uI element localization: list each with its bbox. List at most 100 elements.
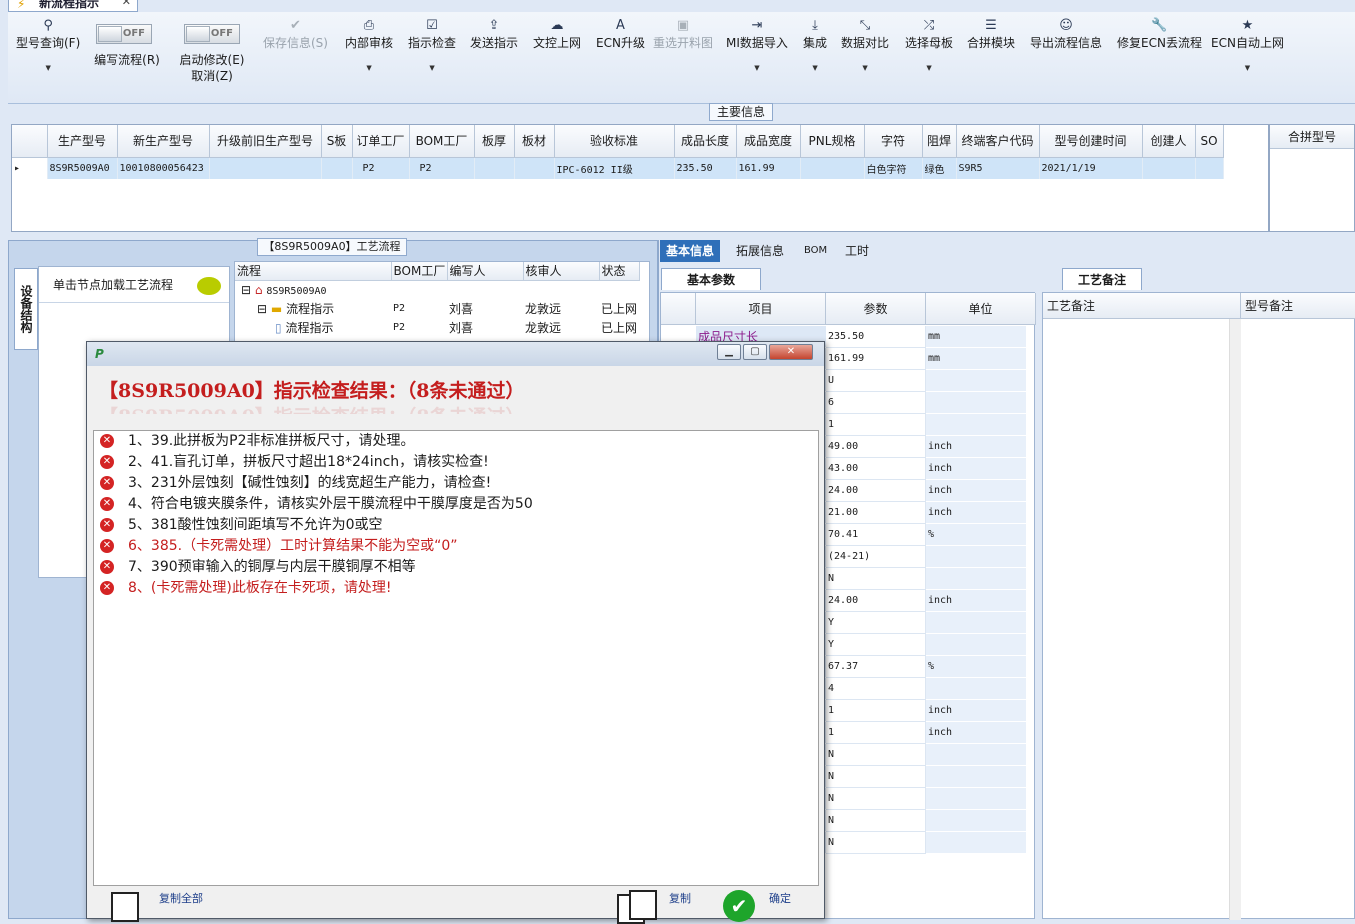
table-cell[interactable] [514, 157, 555, 179]
tab-extended-info[interactable]: 拓展信息 [730, 240, 790, 262]
ok-button[interactable]: 确定 [769, 890, 791, 906]
table-cell[interactable]: 8S9R5009A0 [47, 157, 118, 179]
internal-review-button[interactable]: ⎙ 内部审核 ▼ [345, 18, 393, 72]
main-info-grid[interactable]: 生产型号 新生产型号 升级前旧生产型号 S板 订单工厂 BOM工厂 板厚 板材 … [11, 124, 1269, 232]
param-value[interactable]: 1 [826, 414, 926, 436]
maximize-button[interactable]: ▢ [743, 344, 767, 360]
table-cell[interactable] [474, 157, 515, 179]
table-cell[interactable] [1195, 157, 1224, 179]
dropdown-arrow-icon[interactable]: ▼ [1211, 64, 1284, 72]
param-value[interactable]: N [826, 832, 926, 854]
column-header[interactable]: 单位 [926, 293, 1036, 325]
column-header[interactable]: 生产型号 [47, 125, 118, 158]
param-value[interactable]: 21.00 [826, 502, 926, 524]
column-header[interactable]: 板厚 [474, 125, 515, 158]
table-cell[interactable] [1142, 157, 1196, 179]
dropdown-arrow-icon[interactable]: ▼ [408, 64, 456, 72]
list-item[interactable]: ✕ 3、231外层蚀刻【碱性蚀刻】的线宽超生产能力，请检查! [94, 473, 818, 494]
dropdown-arrow-icon[interactable]: ▼ [841, 64, 889, 72]
collapse-icon[interactable]: ⊟ [257, 302, 267, 316]
ecn-upgrade-button[interactable]: A ECN升级 [596, 18, 645, 50]
select-mother-board-button[interactable]: ⤮ 选择母板 ▼ [905, 18, 953, 72]
param-value[interactable]: U [826, 370, 926, 392]
list-item[interactable]: ✕ 6、385.（卡死需处理）工时计算结果不能为空或“0” [94, 536, 818, 557]
list-item[interactable]: ✕ 2、41.盲孔订单，拼板尺寸超出18*24inch，请核实检查! [94, 452, 818, 473]
list-item[interactable]: ✕ 1、39.此拼板为P2非标准拼板尺寸，请处理。 [94, 431, 818, 452]
fix-ecn-flow-button[interactable]: 🔧 修复ECN丢流程 [1117, 18, 1202, 50]
param-value[interactable]: 49.00 [826, 436, 926, 458]
table-cell[interactable]: 161.99 [736, 157, 801, 179]
table-cell[interactable]: 绿色 [922, 157, 957, 179]
tech-notes-tab[interactable]: 工艺备注 [1062, 268, 1142, 290]
column-header[interactable]: 创建人 [1142, 125, 1196, 158]
document-tab[interactable]: ⚡ 新流程指示 ✕ [8, 0, 138, 12]
merge-module-button[interactable]: ☰ 合拼模块 [967, 18, 1015, 50]
table-cell[interactable]: IPC-6012 II级 [554, 157, 675, 179]
dropdown-arrow-icon[interactable]: ▼ [345, 64, 393, 72]
column-header[interactable]: S板 [321, 125, 353, 158]
export-flow-info-button[interactable]: ☺ 导出流程信息 [1030, 18, 1102, 50]
column-header[interactable]: PNL规格 [800, 125, 865, 158]
column-header[interactable]: 工艺备注 [1043, 293, 1241, 319]
param-value[interactable]: 43.00 [826, 458, 926, 480]
merged-models-panel[interactable]: 合拼型号 [1269, 124, 1355, 232]
instruction-check-button[interactable]: ☑ 指示检查 ▼ [408, 18, 456, 72]
dropdown-arrow-icon[interactable]: ▼ [803, 64, 827, 72]
param-value[interactable]: (24-21) [826, 546, 926, 568]
tree-node[interactable]: ▯ 流程指示 P2 刘喜 龙敦远 已上网 [235, 318, 639, 337]
table-cell[interactable]: 10010800056423 [117, 157, 210, 179]
column-header[interactable]: BOM工厂 [391, 262, 448, 281]
mi-data-import-button[interactable]: ⇥ MI数据导入 ▼ [726, 18, 788, 72]
param-value[interactable]: 161.99 [826, 348, 926, 370]
param-value[interactable]: 6 [826, 392, 926, 414]
basic-params-tab[interactable]: 基本参数 [661, 268, 761, 290]
column-header[interactable]: 板材 [514, 125, 555, 158]
copy-all-button[interactable]: 复制全部 [159, 890, 203, 906]
send-instruction-button[interactable]: ⇪ 发送指示 [470, 18, 518, 50]
doc-control-online-button[interactable]: ☁ 文控上网 [533, 18, 581, 50]
column-header[interactable]: 新生产型号 [117, 125, 210, 158]
table-cell[interactable] [321, 157, 353, 179]
column-header[interactable]: 流程 [235, 262, 392, 281]
param-value[interactable]: N [826, 810, 926, 832]
tab-basic-info[interactable]: 基本信息 [660, 240, 721, 262]
param-value[interactable]: 67.37 [826, 656, 926, 678]
integrate-button[interactable]: ⤓ 集成 ▼ [803, 18, 827, 72]
dropdown-arrow-icon[interactable]: ▼ [905, 64, 953, 72]
reselect-cut-map-button[interactable]: ▣ 重选开料图 [653, 18, 713, 50]
ok-check-icon[interactable]: ✔ [723, 890, 755, 922]
param-value[interactable]: Y [826, 612, 926, 634]
dropdown-arrow-icon[interactable]: ▼ [16, 64, 80, 72]
model-query-button[interactable]: ⚲ 型号查询(F) ▼ [16, 18, 80, 72]
copy-button[interactable]: 复制 [669, 890, 691, 906]
write-flow-toggle[interactable]: OFF [96, 24, 152, 44]
column-header[interactable]: 编写人 [447, 262, 524, 281]
param-value[interactable]: 70.41 [826, 524, 926, 546]
column-header[interactable]: 型号备注 [1241, 293, 1355, 319]
column-header[interactable]: 终端客户代码 [956, 125, 1040, 158]
table-cell[interactable]: 2021/1/19 [1039, 157, 1143, 179]
table-cell[interactable]: S9R5 [956, 157, 1040, 179]
column-header[interactable]: 状态 [599, 262, 640, 281]
column-header[interactable]: 型号创建时间 [1039, 125, 1143, 158]
column-header[interactable]: 升级前旧生产型号 [209, 125, 322, 158]
tree-node[interactable]: ⊟ ⌂ 8S9R5009A0 [235, 280, 639, 299]
column-header[interactable]: 参数 [826, 293, 926, 325]
column-header[interactable]: 成品宽度 [736, 125, 801, 158]
tab-bom[interactable]: BOM [798, 240, 833, 262]
minimize-button[interactable]: ▁ [717, 344, 741, 360]
param-value[interactable]: 4 [826, 678, 926, 700]
table-cell[interactable] [209, 157, 322, 179]
column-header[interactable]: 订单工厂 [352, 125, 410, 158]
list-item[interactable]: ✕ 4、符合电镀夹膜条件，请核实外层干膜流程中干膜厚度是否为50 [94, 494, 818, 515]
table-cell[interactable]: P2 [409, 157, 475, 179]
scrollbar[interactable] [1229, 319, 1241, 920]
param-value[interactable]: N [826, 744, 926, 766]
param-value[interactable]: N [826, 568, 926, 590]
process-flow-tree[interactable]: 流程 BOM工厂 编写人 核审人 状态 ⊟ ⌂ 8S9R5009A0 ⊟ ▬ 流… [234, 261, 650, 351]
param-value[interactable]: Y [826, 634, 926, 656]
save-info-button[interactable]: ✔ 保存信息(S) [263, 18, 328, 50]
close-button[interactable]: ✕ [769, 344, 813, 360]
list-item[interactable]: ✕ 7、390预审输入的铜厚与内层干膜铜厚不相等 [94, 557, 818, 578]
list-item[interactable]: ✕ 5、381酸性蚀刻间距填写不允许为0或空 [94, 515, 818, 536]
